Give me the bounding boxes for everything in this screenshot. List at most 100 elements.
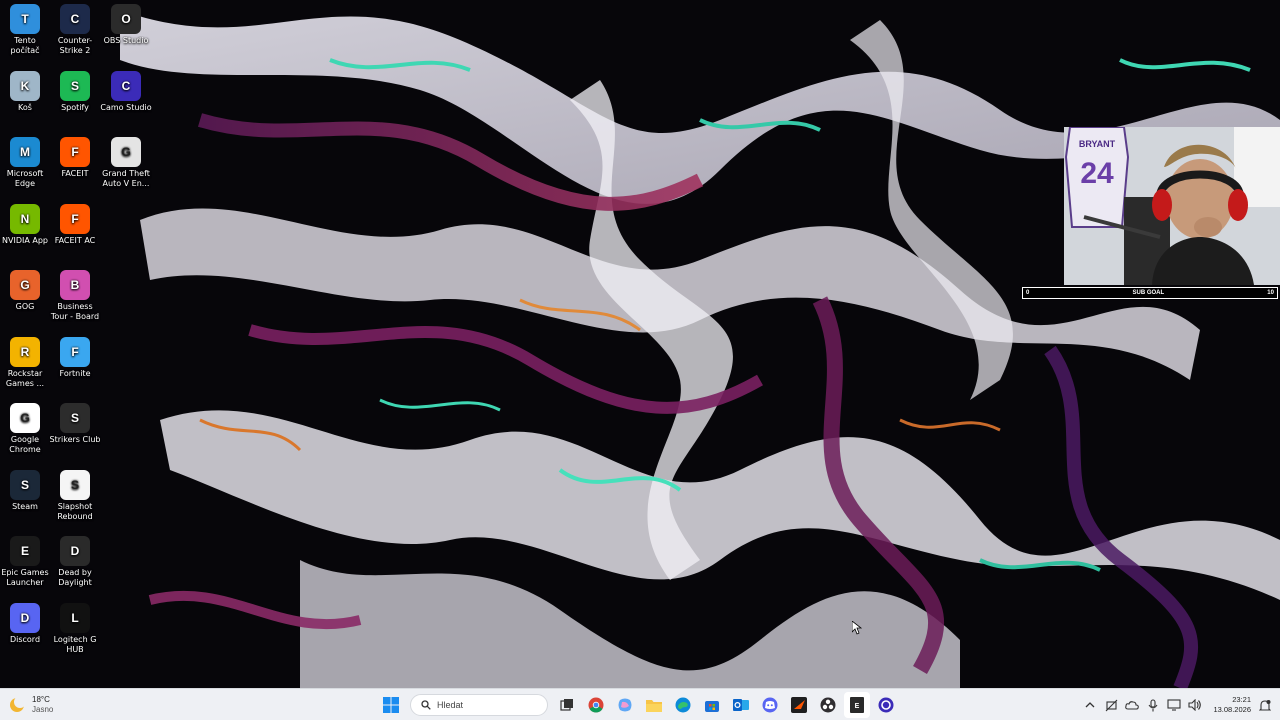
desktop-icon-dead-by-daylight[interactable]: D Dead by Daylight <box>50 532 100 594</box>
microphone-icon <box>1148 698 1158 711</box>
edge-icon <box>675 697 691 713</box>
desktop-icon-label: Dead by Daylight <box>58 568 92 587</box>
weather-widget[interactable]: 18°C Jasno <box>8 693 53 717</box>
faceit-icon: F <box>60 137 90 167</box>
spotify-icon: S <box>60 70 90 101</box>
desktop-icon-business-tour[interactable]: B Business Tour - Board Ga... <box>50 266 100 328</box>
bell-icon <box>1259 699 1271 711</box>
gta-icon: G <box>111 137 141 167</box>
tray-do-not-disturb[interactable] <box>1104 698 1118 712</box>
desktop-icon-faceit-ac[interactable]: F FACEIT AC <box>50 200 100 262</box>
jersey-name: BRYANT <box>1079 139 1116 149</box>
desktop-icon-gta[interactable]: G Grand Theft Auto V En... <box>101 133 151 195</box>
taskbar-apps: Hledat E <box>378 692 899 718</box>
strikers-club-icon: S <box>60 403 90 433</box>
taskbar-copilot[interactable] <box>612 692 638 718</box>
desktop-icon-label: Counter-Strike 2 <box>57 36 93 55</box>
desktop-icon-label: Tento počítač <box>10 36 40 55</box>
desktop-icon-recycle-bin[interactable]: K Koš <box>0 67 50 129</box>
desktop-icon-fortnite[interactable]: F Fortnite <box>50 333 100 395</box>
taskbar-discord[interactable] <box>757 692 783 718</box>
desktop-icon-epic-games[interactable]: E Epic Games Launcher <box>0 532 50 594</box>
desktop-icon-strikers-club[interactable]: S Strikers Club <box>50 399 100 461</box>
taskbar-faceit[interactable] <box>786 692 812 718</box>
weather-description: Jasno <box>32 705 54 714</box>
start-button[interactable] <box>378 692 404 718</box>
copilot-icon <box>618 698 632 712</box>
tray-cloud[interactable] <box>1125 698 1140 712</box>
store-icon <box>705 701 719 712</box>
desktop-icon-gog[interactable]: G GOG <box>0 266 50 328</box>
obs-icon: O <box>111 4 141 34</box>
epic-games-icon: E <box>10 536 40 566</box>
taskbar-camo[interactable] <box>873 692 899 718</box>
mouse-cursor-icon <box>851 620 863 639</box>
taskbar-edge[interactable] <box>670 692 696 718</box>
desktop-icon-label: Microsoft Edge <box>6 169 44 188</box>
desktop-icon-obs[interactable]: O OBS Studio <box>101 0 151 62</box>
desktop-icon-label: FACEIT <box>61 169 89 178</box>
desktop-icon-rockstar[interactable]: R Rockstar Games ... <box>0 333 50 395</box>
desktop-icon-monitor[interactable]: T Tento počítač <box>0 0 50 62</box>
desktop-icon-steam[interactable]: S Steam <box>0 466 50 528</box>
desktop-icon-label: Business Tour - Board Ga... <box>50 302 100 321</box>
cs2-icon: C <box>60 4 90 34</box>
desktop-icon-label: Slapshot Rebound <box>57 501 93 521</box>
camo-icon <box>878 697 894 713</box>
weather-temperature: 18°C <box>32 695 50 704</box>
desktop-icon-label: Grand Theft Auto V En... <box>102 169 150 188</box>
chrome-icon <box>588 697 604 713</box>
desktop-icon-camo[interactable]: C Camo Studio <box>100 67 152 129</box>
taskbar-clock[interactable]: 23:21 13.08.2026 <box>1213 695 1251 715</box>
business-tour-icon: B <box>60 270 90 300</box>
desktop-icon-label: Camo Studio <box>100 102 152 112</box>
desktop-icon-logitech[interactable]: L Logitech G HUB <box>50 599 100 661</box>
fortnite-icon: F <box>60 336 90 367</box>
obs-icon <box>820 697 836 713</box>
webcam-overlay: BRYANT 24 <box>1064 127 1280 285</box>
moon-weather-icon <box>10 696 26 712</box>
desktop-icon-label: Epic Games Launcher <box>1 568 49 587</box>
slapshot-icon: S <box>60 469 90 500</box>
taskbar-chrome[interactable] <box>583 692 609 718</box>
tray-volume[interactable] <box>1188 698 1202 712</box>
desktop-icon-chrome[interactable]: G Google Chrome <box>0 399 50 461</box>
taskbar-file-explorer[interactable] <box>641 692 667 718</box>
faceit-icon <box>791 697 807 713</box>
desktop-icon-label: Strikers Club <box>49 435 101 444</box>
chevron-up-icon <box>1085 702 1095 708</box>
task-view-button[interactable] <box>554 692 580 718</box>
desktop-icon-slapshot[interactable]: S Slapshot Rebound <box>50 466 100 528</box>
desktop-wallpaper <box>0 0 1280 688</box>
tray-network[interactable] <box>1167 698 1182 712</box>
desktop-icon-label: Steam <box>12 501 38 511</box>
desktop-icon-label: FACEIT AC <box>54 235 96 245</box>
taskbar-search-box[interactable]: Hledat <box>410 694 548 716</box>
show-hidden-icons-button[interactable] <box>1083 698 1097 712</box>
desktop-icon-faceit[interactable]: F FACEIT <box>50 133 100 195</box>
gog-icon: G <box>10 270 40 300</box>
search-placeholder: Hledat <box>437 700 464 710</box>
desktop-icon-label: OBS Studio <box>103 36 149 45</box>
desktop-icon-label: Google Chrome <box>9 435 41 454</box>
taskbar-epic[interactable]: E <box>844 692 870 718</box>
desktop-icon-spotify[interactable]: S Spotify <box>50 67 100 129</box>
desktop-icon-nvidia[interactable]: N NVIDIA App <box>0 200 50 262</box>
tray-microphone[interactable] <box>1146 698 1160 712</box>
desktop-icon-label: Discord <box>9 634 41 644</box>
notification-center-button[interactable] <box>1258 698 1272 712</box>
taskbar-store[interactable] <box>699 692 725 718</box>
desktop-icon-label: Rockstar Games ... <box>5 368 45 388</box>
desktop-icon-discord[interactable]: D Discord <box>0 599 50 661</box>
network-icon <box>1167 699 1182 711</box>
nvidia-icon: N <box>10 203 40 234</box>
chrome-icon: G <box>10 403 40 433</box>
taskbar-obs[interactable] <box>815 692 841 718</box>
desktop-icon-cs2[interactable]: C Counter-Strike 2 <box>50 0 100 62</box>
desktop-icon-edge[interactable]: M Microsoft Edge <box>0 133 50 195</box>
edge-icon: M <box>10 137 40 167</box>
desktop-icon-label: Koš <box>18 102 32 112</box>
discord-icon <box>762 697 778 713</box>
sub-goal-bar: 0 SUB GOAL 10 <box>1022 287 1278 299</box>
taskbar-outlook[interactable] <box>728 692 754 718</box>
